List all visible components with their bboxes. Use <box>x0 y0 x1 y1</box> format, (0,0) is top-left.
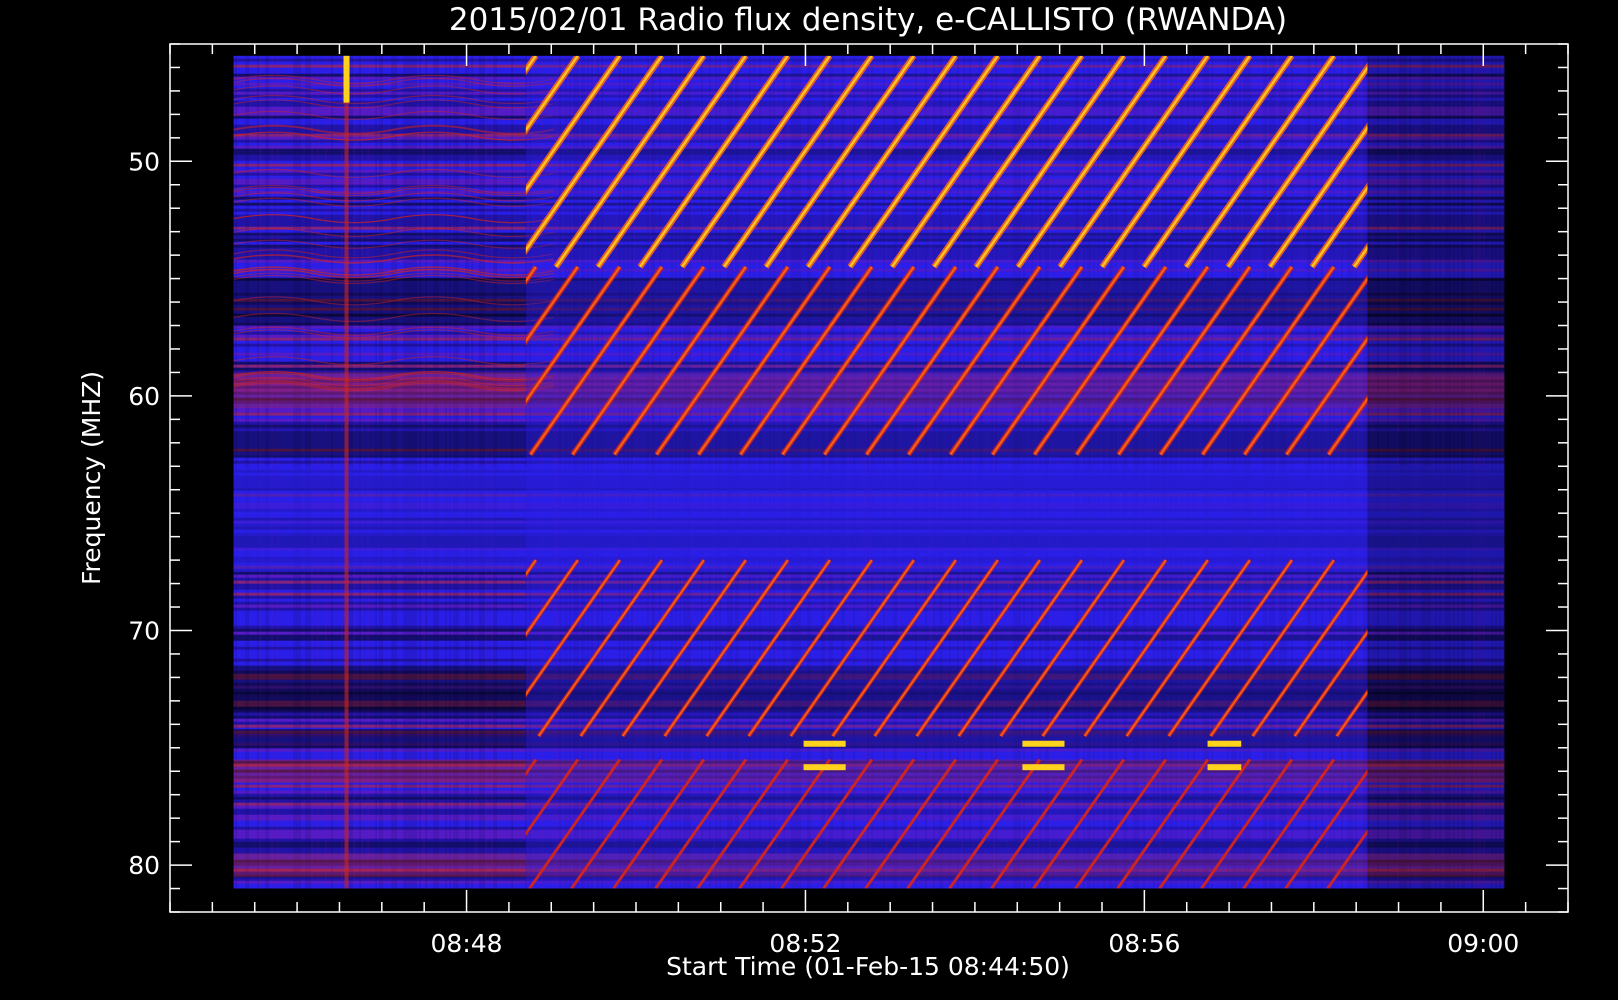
y-tick-label: 60 <box>128 382 160 411</box>
x-tick-label: 08:48 <box>431 929 503 958</box>
chart-title: 2015/02/01 Radio flux density, e-CALLIST… <box>449 2 1287 38</box>
y-tick-label: 80 <box>128 851 160 880</box>
y-tick-label: 70 <box>128 616 160 645</box>
spectrogram-chart: 2015/02/01 Radio flux density, e-CALLIST… <box>77 2 1569 981</box>
x-axis-label: Start Time (01-Feb-15 08:44:50) <box>666 952 1070 981</box>
y-tick-label: 50 <box>128 147 160 176</box>
heatmap-plot <box>233 55 1505 889</box>
y-axis-label: Frequency (MHZ) <box>77 371 106 585</box>
x-tick-label: 08:56 <box>1108 929 1180 958</box>
x-tick-label: 09:00 <box>1447 929 1519 958</box>
